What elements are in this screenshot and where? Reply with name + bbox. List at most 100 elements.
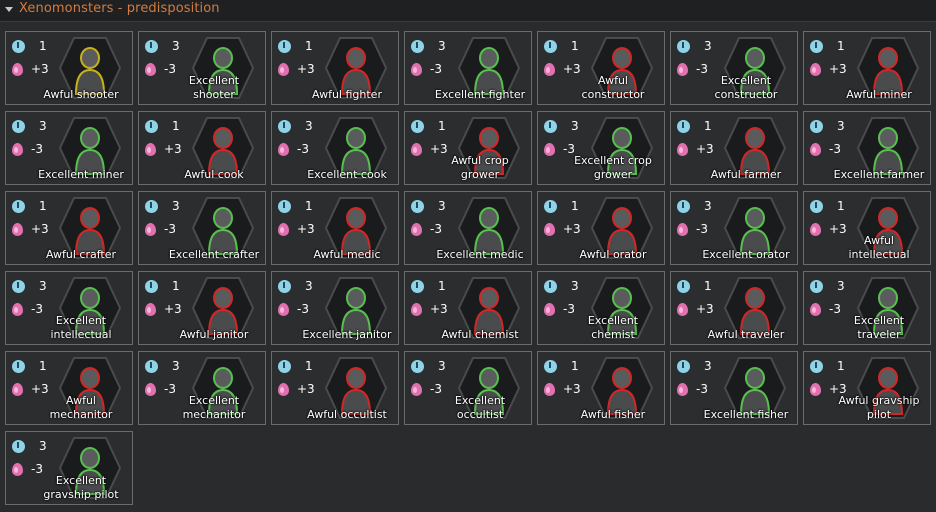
clock-icon	[411, 200, 424, 213]
predisposition-card[interactable]: 3 -3 Excellent occultist	[404, 351, 532, 425]
time-value: 1	[704, 119, 712, 133]
predisposition-card[interactable]: 1 +3 Awful mechanitor	[5, 351, 133, 425]
predisposition-card[interactable]: 3 -3 Excellent miner	[5, 111, 133, 185]
predisposition-card[interactable]: 1 +3 Awful intellectual	[803, 191, 931, 265]
predisposition-card[interactable]: 1 +3 Awful cook	[138, 111, 266, 185]
time-value: 3	[39, 279, 47, 293]
predisposition-card[interactable]: 3 -3 Excellent shooter	[138, 31, 266, 105]
clock-icon	[677, 40, 690, 53]
predisposition-card[interactable]: 1 +3 Awful traveler	[670, 271, 798, 345]
time-value: 3	[571, 119, 579, 133]
time-value: 3	[438, 39, 446, 53]
time-row: 1	[278, 358, 313, 374]
predisposition-card[interactable]: 1 +3 Awful miner	[803, 31, 931, 105]
predisposition-card[interactable]: 1 +3 Awful fighter	[271, 31, 399, 105]
predisposition-card[interactable]: 3 -3 Excellent mechanitor	[138, 351, 266, 425]
predisposition-card[interactable]: 3 -3 Excellent constructor	[670, 31, 798, 105]
time-row: 1	[12, 38, 47, 54]
flame-icon	[810, 143, 821, 156]
predisposition-card[interactable]: 3 -3 Excellent farmer	[803, 111, 931, 185]
flame-icon	[544, 223, 555, 236]
clock-icon	[12, 120, 25, 133]
section-header[interactable]: Xenomonsters - predisposition	[0, 0, 936, 22]
predisposition-card[interactable]: 1 +3 Awful constructor	[537, 31, 665, 105]
mood-value: -3	[829, 142, 841, 156]
time-value: 3	[39, 439, 47, 453]
skill-label: Awful traveler	[707, 328, 785, 341]
predisposition-card[interactable]: 3 -3 Excellent traveler	[803, 271, 931, 345]
predisposition-card[interactable]: 1 +3 Awful orator	[537, 191, 665, 265]
predisposition-card[interactable]: 3 -3 Excellent fighter	[404, 31, 532, 105]
predisposition-card[interactable]: 3 -3 Excellent cook	[271, 111, 399, 185]
time-row: 3	[145, 38, 180, 54]
predisposition-card[interactable]: 3 -3 Excellent janitor	[271, 271, 399, 345]
flame-icon	[278, 303, 289, 316]
predisposition-card[interactable]: 3 -3 Excellent crafter	[138, 191, 266, 265]
time-row: 1	[544, 198, 579, 214]
predisposition-card[interactable]: 1 +3 Awful fisher	[537, 351, 665, 425]
flame-icon	[677, 223, 688, 236]
mood-value: -3	[430, 62, 442, 76]
predisposition-card[interactable]: 3 -3 Excellent intellectual	[5, 271, 133, 345]
mood-row: -3	[677, 61, 708, 77]
mood-value: +3	[563, 382, 581, 396]
predisposition-card[interactable]: 1 +3 Awful shooter	[5, 31, 133, 105]
skill-label: Awful occultist	[307, 408, 387, 421]
flame-icon	[145, 223, 156, 236]
mood-row: -3	[278, 301, 309, 317]
clock-icon	[810, 360, 823, 373]
flame-icon	[810, 303, 821, 316]
time-row: 1	[810, 38, 845, 54]
time-row: 1	[278, 38, 313, 54]
mood-row: -3	[544, 301, 575, 317]
clock-icon	[677, 280, 690, 293]
predisposition-card[interactable]: 3 -3 Excellent crop grower	[537, 111, 665, 185]
clock-icon	[677, 200, 690, 213]
mood-value: +3	[31, 62, 49, 76]
time-value: 1	[39, 199, 47, 213]
skill-label: Awful medic	[313, 248, 381, 261]
predisposition-card[interactable]: 1 +3 Awful crafter	[5, 191, 133, 265]
predisposition-card[interactable]: 3 -3 Excellent fisher	[670, 351, 798, 425]
time-value: 1	[305, 359, 313, 373]
skill-label: Excellent crop grower	[574, 154, 652, 181]
mood-row: +3	[544, 381, 581, 397]
time-value: 1	[39, 39, 47, 53]
flame-icon	[145, 383, 156, 396]
skill-label: Excellent crafter	[168, 248, 260, 261]
predisposition-card[interactable]: 3 -3 Excellent chemist	[537, 271, 665, 345]
mood-row: +3	[810, 221, 847, 237]
predisposition-card[interactable]: 3 -3 Excellent medic	[404, 191, 532, 265]
flame-icon	[810, 383, 821, 396]
skill-label: Awful miner	[846, 88, 912, 101]
clock-icon	[12, 440, 25, 453]
mood-row: +3	[145, 141, 182, 157]
mood-row: -3	[145, 61, 176, 77]
skill-label: Awful cook	[184, 168, 244, 181]
skill-label: Excellent janitor	[302, 328, 392, 341]
predisposition-card[interactable]: 1 +3 Awful medic	[271, 191, 399, 265]
skill-label: Awful orator	[579, 248, 647, 261]
mood-row: -3	[12, 141, 43, 157]
skill-label: Excellent miner	[38, 168, 124, 181]
flame-icon	[278, 143, 289, 156]
predisposition-card[interactable]: 3 -3 Excellent gravship pilot	[5, 431, 133, 505]
predisposition-card[interactable]: 1 +3 Awful occultist	[271, 351, 399, 425]
time-row: 3	[677, 198, 712, 214]
mood-row: -3	[677, 381, 708, 397]
clock-icon	[145, 40, 158, 53]
collapse-triangle-icon[interactable]	[5, 7, 13, 12]
predisposition-card[interactable]: 1 +3 Awful chemist	[404, 271, 532, 345]
mood-row: -3	[810, 301, 841, 317]
predisposition-card[interactable]: 1 +3 Awful gravship pilot	[803, 351, 931, 425]
skill-label: Excellent medic	[436, 248, 524, 261]
time-row: 3	[145, 198, 180, 214]
skill-label: Awful crop grower	[451, 154, 509, 181]
mood-value: -3	[297, 142, 309, 156]
clock-icon	[677, 360, 690, 373]
predisposition-card[interactable]: 1 +3 Awful farmer	[670, 111, 798, 185]
skill-label: Excellent intellectual	[50, 314, 112, 341]
predisposition-card[interactable]: 1 +3 Awful crop grower	[404, 111, 532, 185]
predisposition-card[interactable]: 3 -3 Excellent orator	[670, 191, 798, 265]
predisposition-card[interactable]: 1 +3 Awful janitor	[138, 271, 266, 345]
